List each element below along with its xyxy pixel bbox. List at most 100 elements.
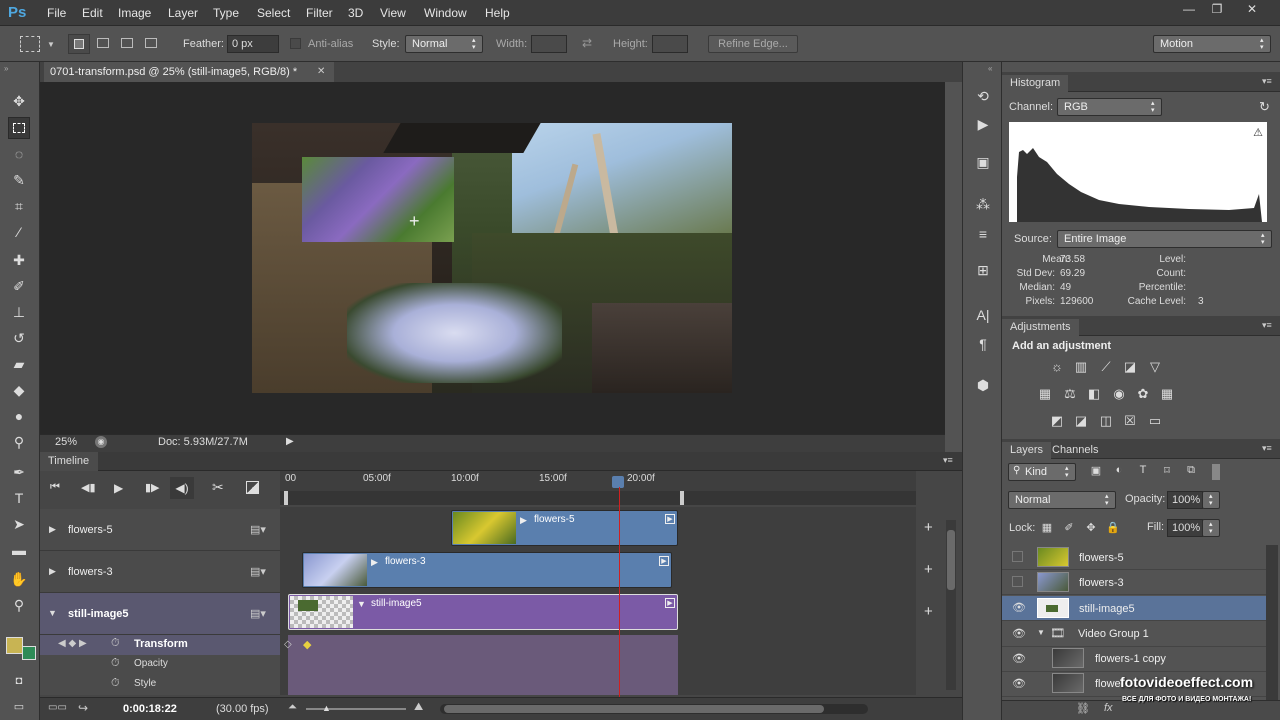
- fx-icon[interactable]: fx: [1104, 702, 1113, 714]
- expand-track-icon[interactable]: ▶: [49, 524, 56, 535]
- invert-icon[interactable]: ◩: [1048, 413, 1066, 429]
- refine-edge-button[interactable]: Refine Edge...: [708, 35, 798, 53]
- menu-select[interactable]: Select: [257, 6, 290, 20]
- stopwatch-icon[interactable]: ⏱: [111, 677, 120, 690]
- previous-frame-icon[interactable]: ◀▮: [81, 481, 96, 494]
- document-tab[interactable]: 0701-transform.psd @ 25% (still-image5, …: [44, 62, 334, 82]
- history-brush-icon[interactable]: ↺: [8, 327, 30, 349]
- keyframe-selected-icon[interactable]: ◆: [303, 638, 311, 651]
- transition-icon[interactable]: [246, 481, 259, 494]
- add-selection-icon[interactable]: [92, 34, 114, 54]
- fill-input[interactable]: 100%: [1167, 519, 1203, 537]
- healing-tool-icon[interactable]: ✚: [8, 249, 30, 271]
- antialias-checkbox[interactable]: [290, 38, 301, 49]
- background-color-swatch[interactable]: [22, 646, 36, 660]
- film-strip-icon[interactable]: ▤▾: [250, 565, 266, 578]
- swap-icon[interactable]: ⇄: [582, 36, 592, 50]
- move-tool-icon[interactable]: ✥: [8, 90, 30, 112]
- pen-tool-icon[interactable]: ✒: [8, 461, 30, 483]
- expand-track-icon[interactable]: ▶: [49, 566, 56, 577]
- timeline-menu-icon[interactable]: ▾≡: [943, 455, 953, 466]
- timeline-zoom-slider[interactable]: [306, 708, 406, 710]
- brush-panel-icon[interactable]: ⁂: [972, 196, 994, 218]
- zoom-tool-icon[interactable]: ⚲: [8, 594, 30, 616]
- menu-edit[interactable]: Edit: [82, 6, 103, 20]
- marquee-tool-icon[interactable]: [8, 117, 30, 139]
- zoom-out-icon[interactable]: ⏶: [288, 701, 297, 714]
- filter-pixel-icon[interactable]: ▣: [1087, 464, 1105, 480]
- film-strip-icon[interactable]: ▤▾: [250, 523, 266, 536]
- layer-name[interactable]: still-image5: [1079, 603, 1135, 615]
- panel-menu-icon[interactable]: ▾≡: [1262, 76, 1272, 87]
- menu-image[interactable]: Image: [118, 6, 151, 20]
- blur-tool-icon[interactable]: ●: [8, 405, 30, 427]
- path-select-icon[interactable]: ➤: [8, 513, 30, 535]
- black-white-icon[interactable]: ◧: [1085, 386, 1103, 402]
- lasso-tool-icon[interactable]: ◌: [8, 143, 30, 165]
- visibility-toggle[interactable]: [1012, 576, 1023, 587]
- filter-toggle[interactable]: [1212, 464, 1220, 480]
- source-select[interactable]: Entire Image: [1057, 230, 1272, 248]
- timeline-tab[interactable]: Timeline: [40, 452, 98, 471]
- style-select[interactable]: Normal: [405, 35, 483, 53]
- expand-panels-icon[interactable]: «: [988, 64, 992, 73]
- audio-icon[interactable]: ◀): [170, 477, 194, 499]
- layer-name[interactable]: flowers-1 copy: [1095, 653, 1166, 665]
- height-input[interactable]: [652, 35, 688, 53]
- zoom-in-icon[interactable]: ⛰: [414, 701, 423, 714]
- keyframe-nav-icon[interactable]: ◀ ◆ ▶: [58, 638, 87, 649]
- zoom-level[interactable]: 25%: [55, 436, 77, 448]
- work-area-start-handle[interactable]: [284, 491, 288, 505]
- menu-3d[interactable]: 3D: [348, 6, 363, 20]
- document-canvas[interactable]: +: [252, 123, 732, 393]
- filter-adjustment-icon[interactable]: ◐: [1110, 464, 1128, 480]
- rect-marquee-preset-icon[interactable]: [20, 36, 40, 52]
- panel-menu-icon[interactable]: ▾≡: [1262, 320, 1272, 331]
- eye-icon[interactable]: 👁: [1012, 601, 1026, 615]
- clone-source-icon[interactable]: ⊞: [972, 262, 994, 284]
- quick-select-tool-icon[interactable]: ✎: [8, 169, 30, 191]
- menu-filter[interactable]: Filter: [306, 6, 333, 20]
- clip-flowers-3[interactable]: ▶ flowers-3 ▶: [302, 552, 672, 588]
- status-menu-icon[interactable]: ▶: [286, 436, 294, 447]
- clip-flowers-5[interactable]: ▶ flowers-5 ▶: [451, 510, 678, 546]
- panel-menu-icon[interactable]: ▾≡: [1262, 443, 1272, 454]
- fill-dropdown[interactable]: [1202, 519, 1220, 537]
- add-media-icon[interactable]: +: [924, 603, 933, 620]
- channel-mixer-icon[interactable]: ✿: [1134, 386, 1152, 402]
- color-balance-icon[interactable]: ⚖: [1061, 386, 1079, 402]
- workspace-select[interactable]: Motion: [1153, 35, 1271, 53]
- visibility-toggle[interactable]: [1012, 551, 1023, 562]
- feather-input[interactable]: 0 px: [227, 35, 279, 53]
- threshold-icon[interactable]: ◫: [1097, 413, 1115, 429]
- vibrance-icon[interactable]: ▽: [1146, 359, 1164, 375]
- color-lookup-icon[interactable]: ▦: [1158, 386, 1176, 402]
- eyedropper-tool-icon[interactable]: ⁄: [8, 221, 30, 243]
- layer-name[interactable]: flowers-5: [1079, 552, 1124, 564]
- playhead-handle[interactable]: [612, 476, 624, 488]
- selective-color-icon[interactable]: ☒: [1121, 413, 1139, 429]
- width-input[interactable]: [531, 35, 567, 53]
- zoom-slider-thumb[interactable]: ▲: [322, 703, 331, 713]
- paragraph-panel-icon[interactable]: ¶: [972, 336, 994, 358]
- lock-position-icon[interactable]: ✥: [1082, 521, 1100, 537]
- clip-menu-icon[interactable]: ▶: [665, 598, 675, 608]
- work-area-end-handle[interactable]: [680, 491, 684, 505]
- eye-icon[interactable]: 👁: [1012, 652, 1026, 666]
- photo-filter-icon[interactable]: ◉: [1110, 386, 1128, 402]
- hand-tool-icon[interactable]: ✋: [8, 568, 30, 590]
- lock-transparency-icon[interactable]: ▦: [1038, 521, 1056, 537]
- eye-icon[interactable]: 👁: [1012, 677, 1026, 691]
- keyframe-icon[interactable]: ◇: [284, 639, 292, 650]
- filter-type-icon[interactable]: T: [1134, 464, 1152, 480]
- actions-panel-icon[interactable]: ▶: [972, 116, 994, 138]
- quick-mask-icon[interactable]: ◘: [8, 670, 30, 692]
- collapse-icon[interactable]: »: [4, 64, 8, 73]
- eraser-tool-icon[interactable]: ▰: [8, 353, 30, 375]
- refresh-icon[interactable]: ↻: [1259, 99, 1270, 115]
- intersect-selection-icon[interactable]: [140, 34, 162, 54]
- stamp-tool-icon[interactable]: ⊥: [8, 301, 30, 323]
- foreground-color-swatch[interactable]: [6, 637, 23, 654]
- menu-file[interactable]: File: [47, 6, 66, 20]
- adjustments-tab[interactable]: Adjustments: [1002, 319, 1079, 336]
